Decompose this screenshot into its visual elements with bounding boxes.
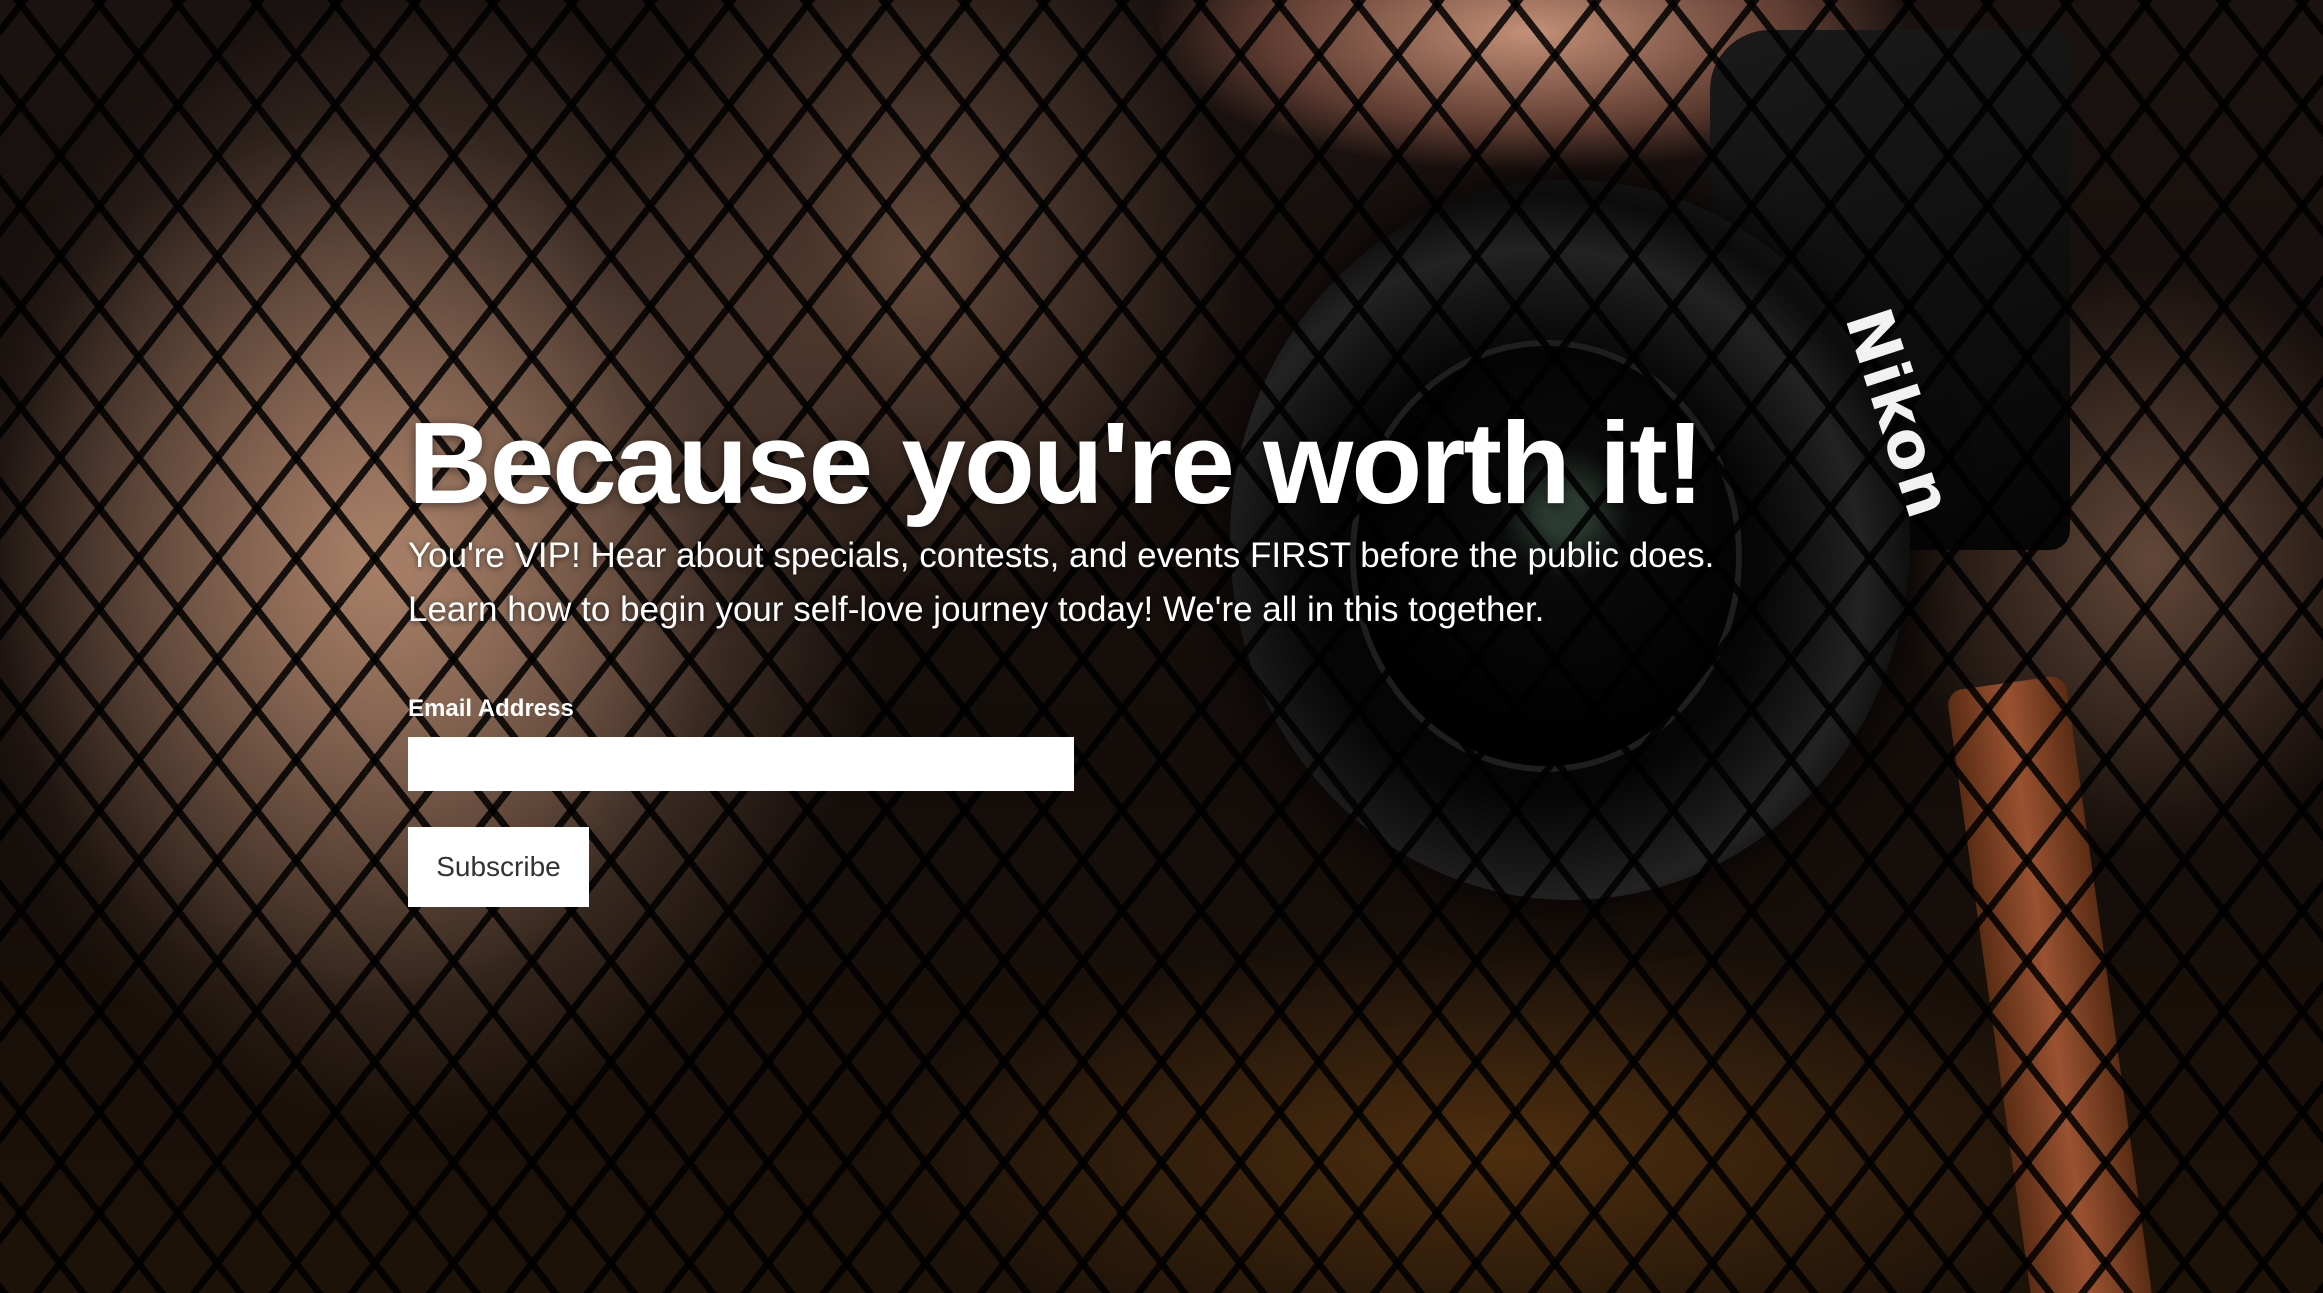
hero-subtext: You're VIP! Hear about specials, contest… — [408, 529, 1888, 637]
hero-subtext-line1: You're VIP! Hear about specials, contest… — [408, 536, 1715, 575]
hero-subtext-line2: Learn how to begin your self-love journe… — [408, 590, 1545, 629]
hero-content: Because you're worth it! You're VIP! Hea… — [408, 405, 1888, 907]
email-label: Email Address — [408, 695, 574, 722]
signup-form: Email Address Subscribe — [408, 695, 1888, 907]
subscribe-button[interactable]: Subscribe — [408, 827, 589, 907]
page-title: Because you're worth it! — [408, 398, 1705, 528]
email-field[interactable] — [408, 737, 1074, 791]
hero-section: Nikon Because you're worth it! You're VI… — [0, 0, 2323, 1293]
